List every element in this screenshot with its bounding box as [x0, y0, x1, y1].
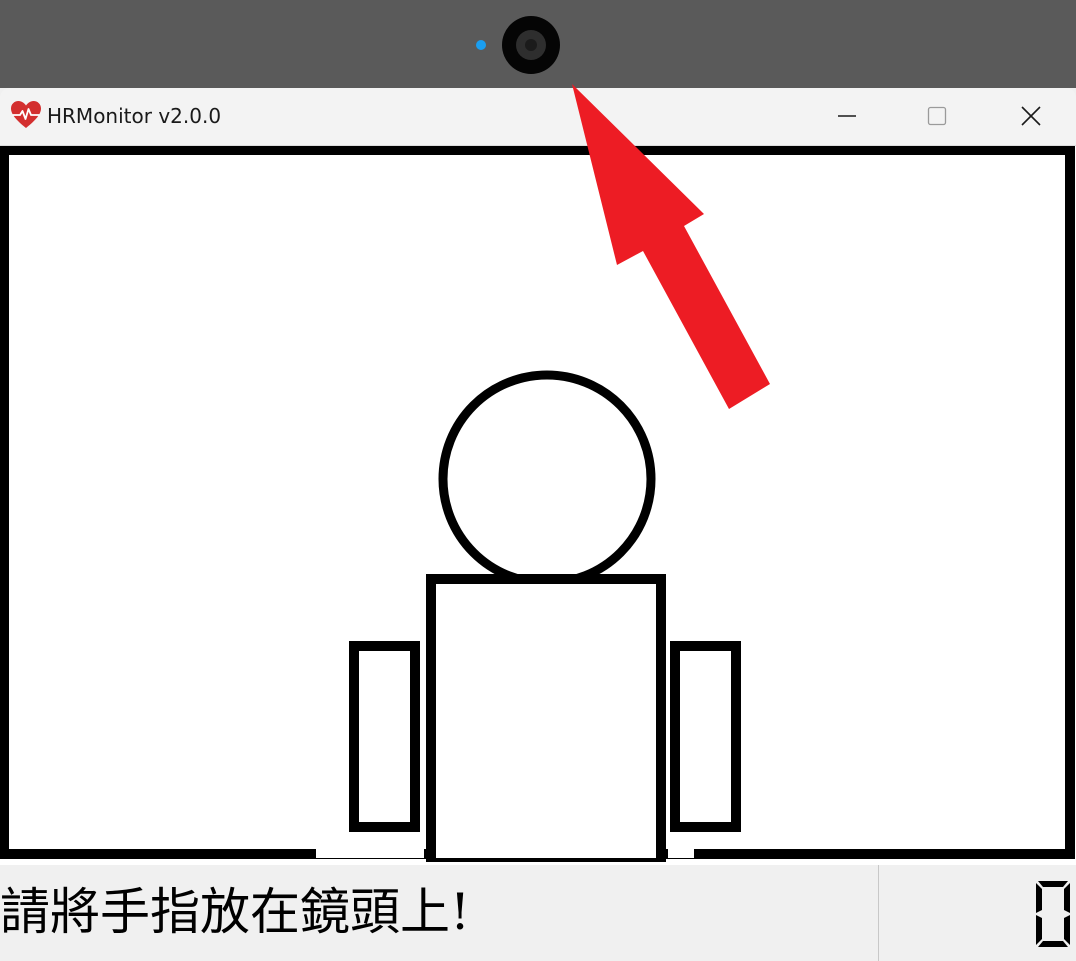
arrow-to-camera-icon [572, 84, 770, 409]
screen: HRMonitor v2.0.0 請將手指放在鏡頭上! 0 [0, 0, 1076, 961]
red-arrow [572, 84, 770, 409]
